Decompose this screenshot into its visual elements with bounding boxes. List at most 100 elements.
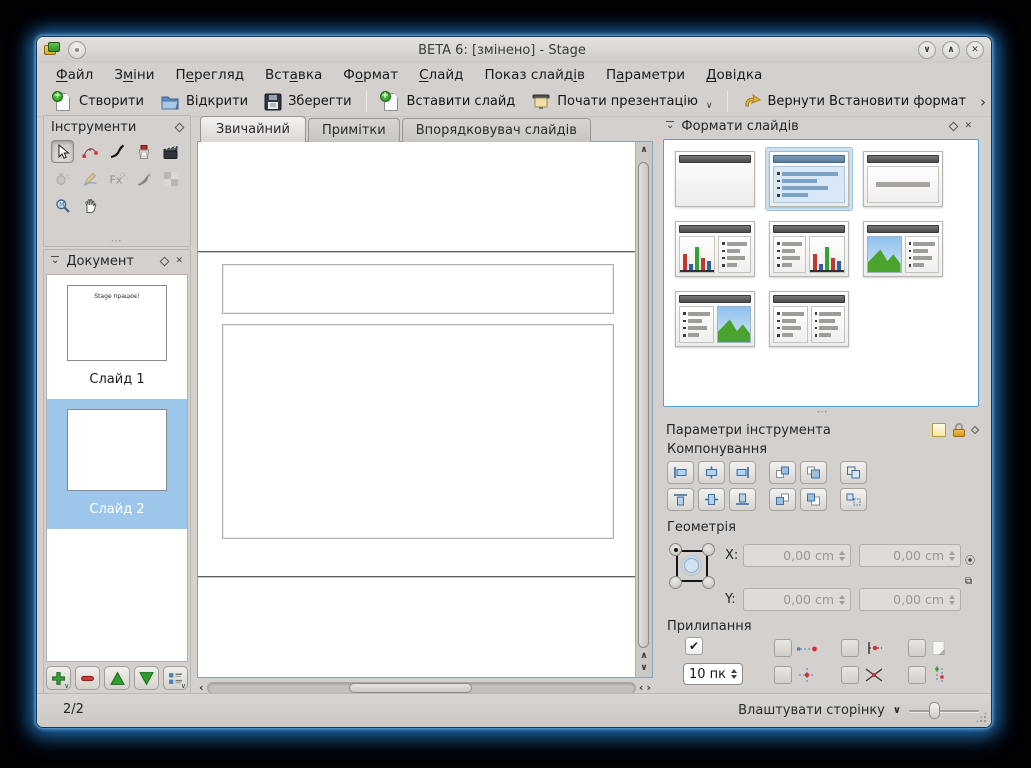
slide-item-2[interactable]: Слайд 2 <box>47 399 187 529</box>
menu-view[interactable]: Перегляд <box>167 65 254 85</box>
close-panel-icon[interactable]: ✕ <box>964 122 972 131</box>
snap-grid-checkbox[interactable] <box>774 666 792 684</box>
undo-button[interactable]: Вернути Встановити формат <box>734 90 975 114</box>
close-panel-icon[interactable]: ✕ <box>175 257 183 266</box>
float-panel-icon[interactable] <box>949 121 959 131</box>
menu-file[interactable]: Файл <box>47 65 102 85</box>
tool-options-header[interactable]: Параметри інструмента <box>659 419 985 441</box>
title-placeholder[interactable] <box>222 264 614 314</box>
menu-edit[interactable]: Зміни <box>105 65 163 85</box>
scroll-up-icon[interactable]: ∧ <box>636 652 652 661</box>
float-panel-icon[interactable] <box>175 122 185 132</box>
panel-splitter-handle[interactable]: ⋯ <box>44 238 190 244</box>
menu-settings[interactable]: Параметри <box>597 65 694 85</box>
align-center-horizontal-button[interactable] <box>698 461 725 484</box>
snap-distance-spinbox[interactable]: 10 пк <box>683 663 743 685</box>
snap-intersection-checkbox[interactable] <box>841 666 859 684</box>
open-document-button[interactable]: Відкрити <box>152 90 256 114</box>
layout-thumb-image-bullets[interactable] <box>859 217 947 281</box>
bring-to-front-button[interactable] <box>800 461 827 484</box>
protect-size-icon[interactable]: ⧉ <box>965 577 972 587</box>
lock-icon[interactable] <box>953 423 965 437</box>
tab-normal-view[interactable]: Звичайний <box>200 116 306 142</box>
group-objects-button[interactable] <box>840 461 867 484</box>
zoom-mode-dropdown[interactable]: Влаштувати сторінку <box>738 703 885 718</box>
align-top-button[interactable] <box>667 488 694 511</box>
slide-formats-header[interactable]: ⌄ Формати слайдів ✕ <box>659 115 979 137</box>
presentation-dropdown-icon[interactable]: ∨ <box>706 101 713 111</box>
menu-insert[interactable]: Вставка <box>256 65 331 85</box>
anchor-top-left[interactable] <box>669 543 682 556</box>
menu-slide[interactable]: Слайд <box>410 65 472 85</box>
layout-thumb-title-textbox[interactable] <box>859 147 947 211</box>
raise-object-button[interactable] <box>769 461 796 484</box>
window-menu-button[interactable] <box>68 41 86 59</box>
pan-tool-button[interactable] <box>78 194 101 217</box>
toolbar-overflow-button[interactable]: › <box>974 93 992 111</box>
slide-item-1[interactable]: Stage працює! Слайд 1 <box>47 275 187 399</box>
align-right-button[interactable] <box>729 461 756 484</box>
layout-thumb-two-bullet-columns[interactable] <box>765 287 853 351</box>
minimize-button[interactable]: ∨ <box>918 41 936 59</box>
snap-guidelines-checkbox[interactable] <box>908 666 926 684</box>
glue-tool-button[interactable] <box>132 140 155 163</box>
anchor-top-right[interactable] <box>702 543 715 556</box>
start-presentation-button[interactable]: Почати презентацію ∨ <box>523 90 720 114</box>
anchor-bottom-left[interactable] <box>669 576 682 589</box>
zoom-slider-track[interactable] <box>909 710 979 712</box>
notes-icon[interactable] <box>932 423 946 437</box>
anchor-selector-widget[interactable] <box>669 543 715 589</box>
layout-thumb-bullets-chart[interactable] <box>765 217 853 281</box>
maximize-button[interactable]: ∧ <box>942 41 960 59</box>
animation-tool-button[interactable] <box>159 140 182 163</box>
align-center-vertical-button[interactable] <box>698 488 725 511</box>
titlebar[interactable]: BETA 6: [змінено] - Stage ∨ ∧ ✕ <box>37 37 991 63</box>
horizontal-scrollbar-track[interactable] <box>207 682 636 694</box>
lower-object-button[interactable] <box>769 488 796 511</box>
layout-thumb-title-only[interactable] <box>671 147 759 211</box>
vertical-scrollbar[interactable]: ∧ ∧ ∨ <box>635 142 652 677</box>
horizontal-scrollbar-thumb[interactable] <box>349 683 473 693</box>
snapping-enabled-checkbox[interactable]: ✔ <box>685 637 703 655</box>
move-slide-down-button[interactable] <box>134 666 159 690</box>
float-panel-icon[interactable] <box>160 256 170 266</box>
vertical-scrollbar-thumb[interactable] <box>638 162 649 648</box>
select-tool-button[interactable] <box>51 140 74 163</box>
collapse-panel-icon[interactable]: ⌄ <box>666 121 674 132</box>
tab-notes-view[interactable]: Примітки <box>308 118 400 142</box>
keep-aspect-ratio-icon[interactable]: ⦿ <box>965 557 975 567</box>
save-document-button[interactable]: Зберегти <box>256 90 359 114</box>
menu-slideshow[interactable]: Показ слайдів <box>476 65 594 85</box>
zoom-mode-dropdown-icon[interactable]: ∨ <box>893 705 901 716</box>
zoom-slider[interactable] <box>909 702 979 719</box>
tab-slide-sorter-view[interactable]: Впорядковувач слайдів <box>402 118 591 142</box>
close-button[interactable]: ✕ <box>966 41 984 59</box>
document-panel-header[interactable]: ⌄ Документ ✕ <box>44 250 190 272</box>
anchor-center[interactable] <box>684 558 699 573</box>
delete-slide-button[interactable] <box>75 666 100 690</box>
freehand-tool-button[interactable] <box>105 140 128 163</box>
content-placeholder[interactable] <box>222 324 614 539</box>
float-panel-icon[interactable] <box>971 426 979 434</box>
zoom-tool-button[interactable]: M <box>51 194 74 217</box>
tools-panel-header[interactable]: Інструменти <box>44 116 190 138</box>
panel-splitter-handle[interactable]: ⋯ <box>659 409 987 415</box>
path-edit-tool-button[interactable] <box>78 140 101 163</box>
zoom-slider-handle[interactable] <box>929 702 940 719</box>
scroll-right-icon[interactable]: › <box>646 682 651 693</box>
collapse-panel-icon[interactable]: ⌄ <box>51 256 59 267</box>
snap-node-checkbox[interactable] <box>774 639 792 657</box>
send-to-back-button[interactable] <box>800 488 827 511</box>
layout-thumb-title-bullets[interactable] <box>765 147 853 211</box>
layout-thumb-bullets-image[interactable] <box>671 287 759 351</box>
scroll-left-icon[interactable]: ‹ <box>199 682 204 693</box>
slide-view-options-button[interactable]: ∨ <box>163 666 188 690</box>
menu-help[interactable]: Довідка <box>697 65 771 85</box>
align-bottom-button[interactable] <box>729 488 756 511</box>
move-slide-up-button[interactable] <box>104 666 129 690</box>
insert-slide-button[interactable]: + Вставити слайд <box>373 89 524 115</box>
align-left-button[interactable] <box>667 461 694 484</box>
slide-canvas[interactable] <box>198 142 635 677</box>
scroll-left-icon[interactable]: ‹ <box>639 682 644 693</box>
scroll-up-icon[interactable]: ∧ <box>636 146 652 155</box>
